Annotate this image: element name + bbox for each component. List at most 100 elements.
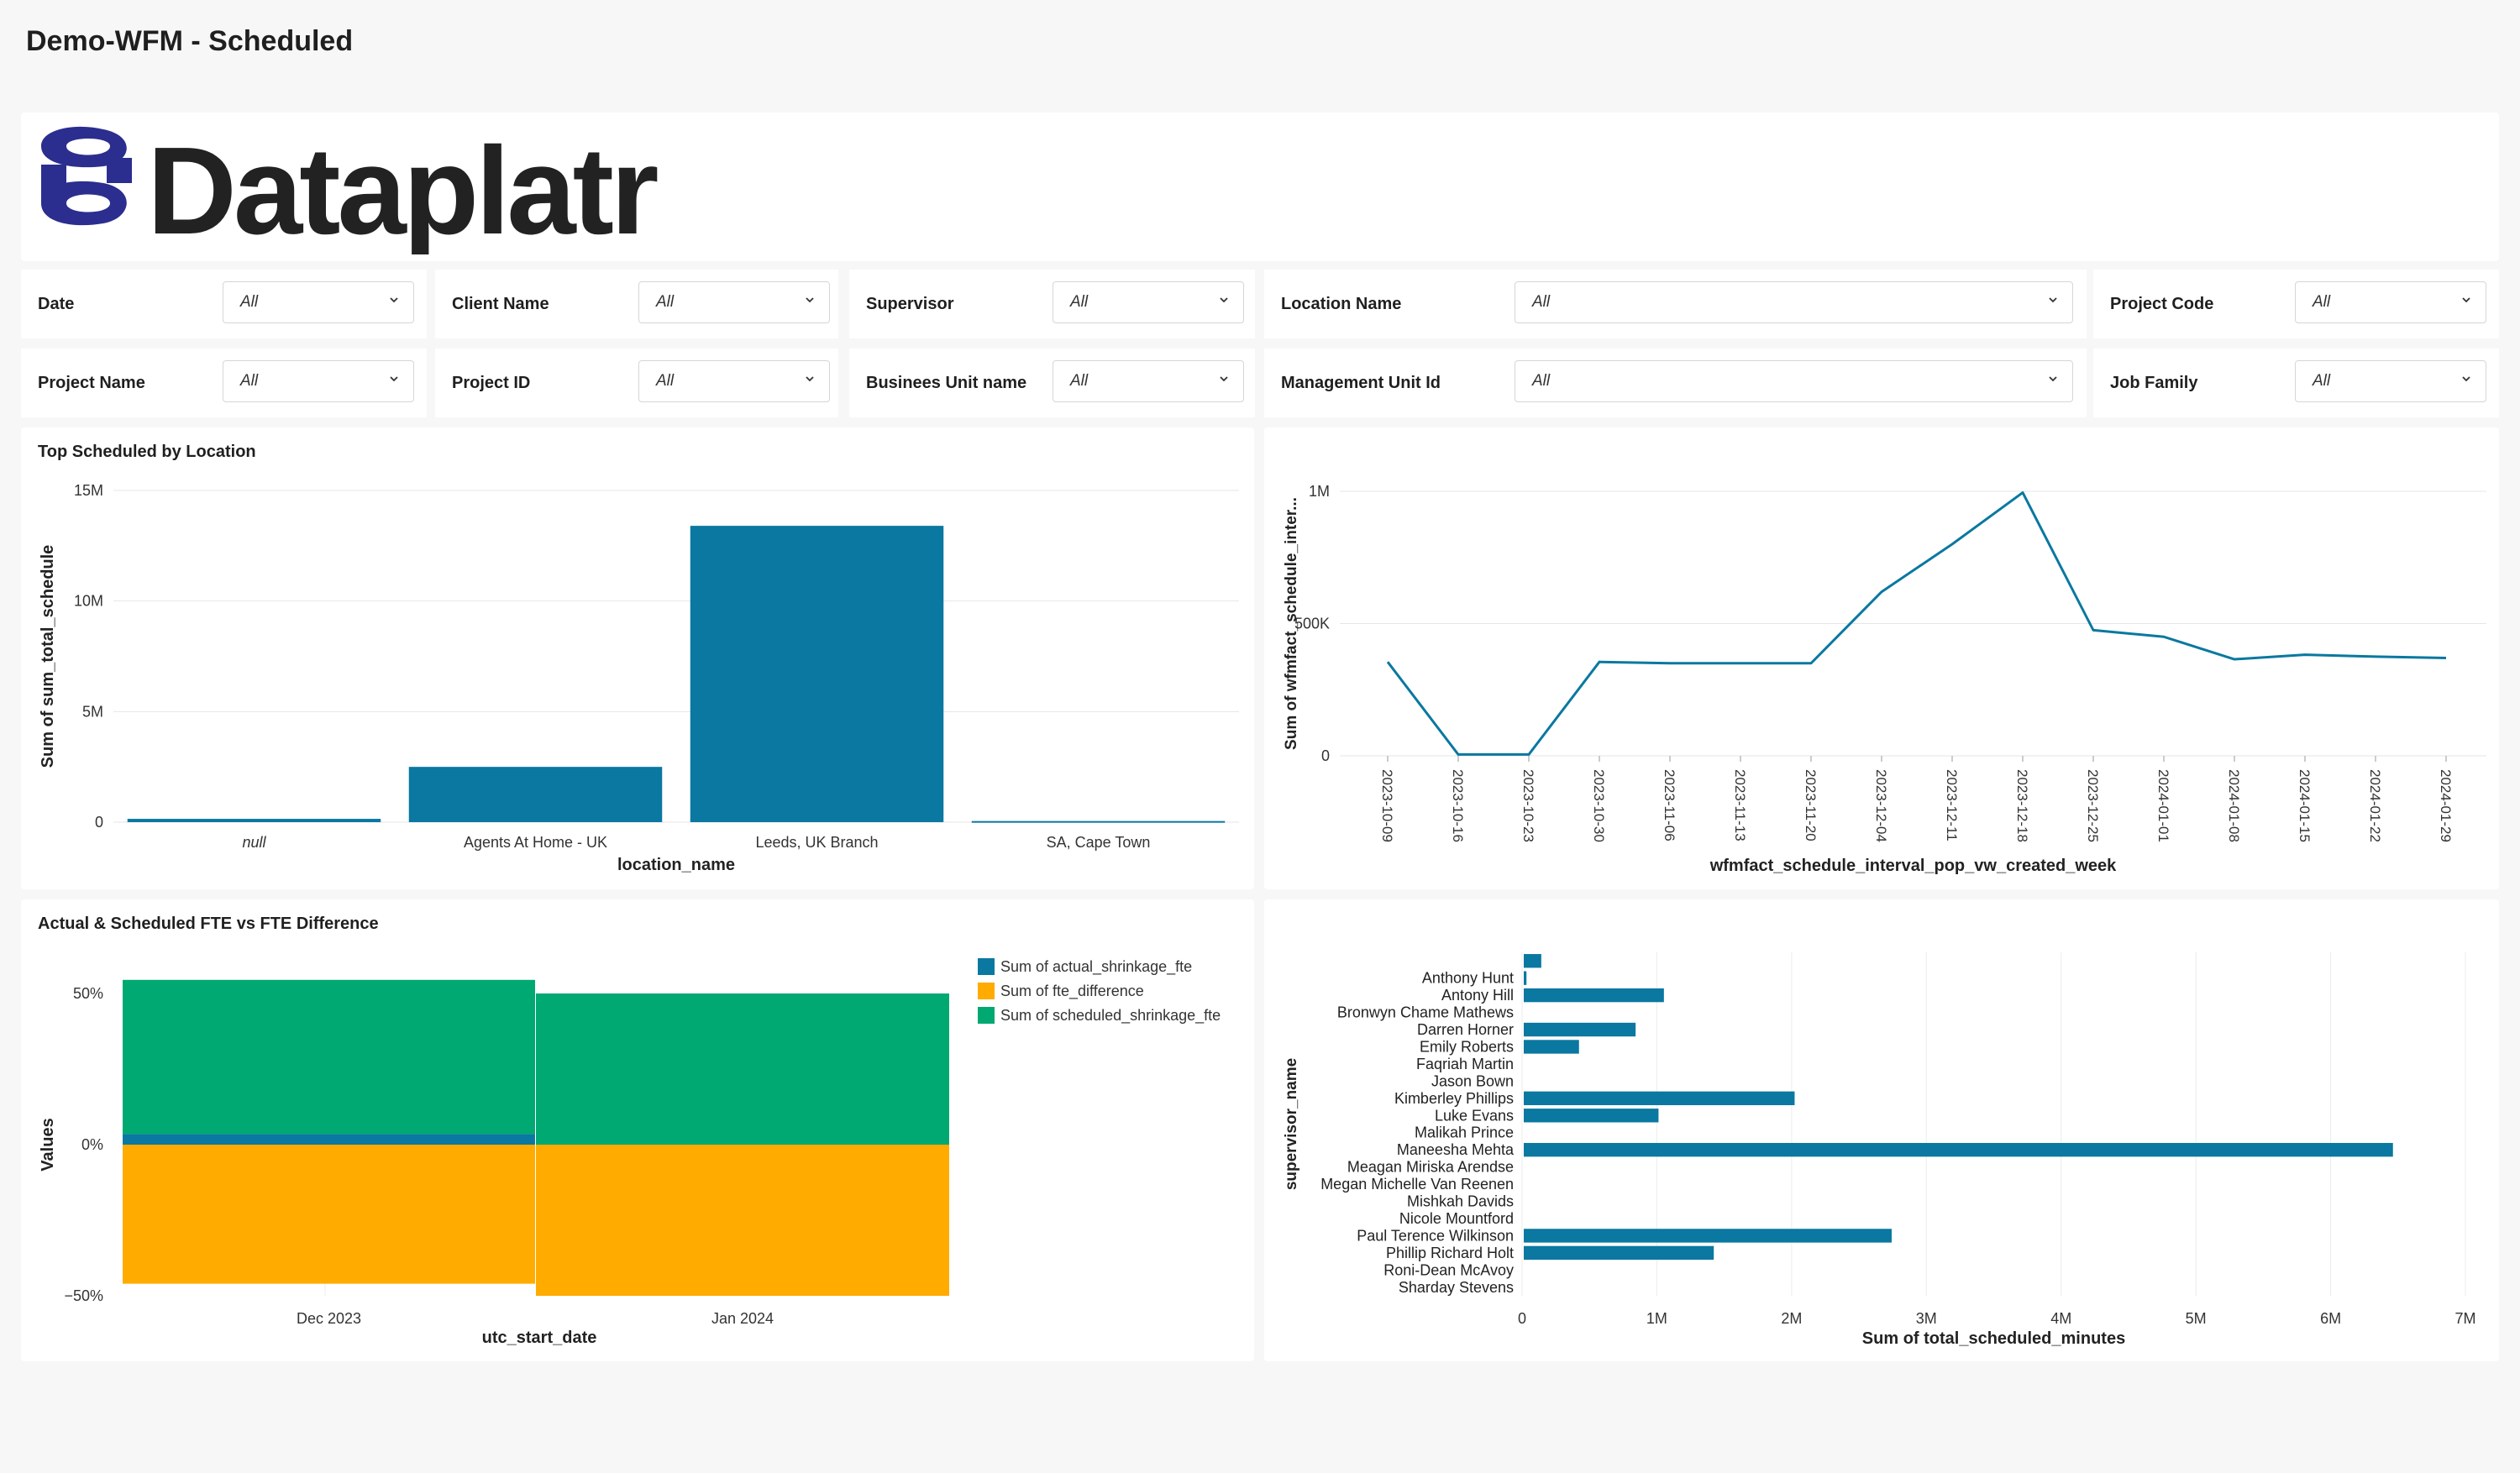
x-tick-label: 2023-11-20	[1803, 769, 1819, 841]
x-tick-label: 2023-10-30	[1591, 769, 1607, 842]
x-tick-label: 2023-12-25	[2085, 769, 2101, 842]
y-tick-label: Antony Hill	[1441, 987, 1514, 1004]
y-axis-label: Sum of sum_total_schedule	[39, 545, 57, 768]
x-tick-label: 2023-11-06	[1662, 769, 1677, 841]
x-tick-label: 2023-12-11	[1944, 769, 1960, 841]
y-tick-label: 0	[95, 814, 103, 831]
stacked-bar-segment	[123, 1134, 535, 1145]
stacked-bar-segment	[123, 979, 535, 1135]
bar	[1524, 1229, 1892, 1243]
chevron-down-icon	[2049, 297, 2057, 303]
y-tick-label: Roni-Dean McAvoy	[1383, 1261, 1514, 1278]
x-tick-label: 0	[1518, 1310, 1526, 1327]
bar	[1524, 988, 1664, 1003]
y-tick-label: Maneesha Mehta	[1397, 1141, 1515, 1158]
chevron-down-icon	[806, 376, 814, 382]
x-tick-label: 2024-01-08	[2226, 769, 2242, 842]
filter-supervisor: Supervisor All	[849, 270, 1255, 338]
filter-client-name: Client Name All	[435, 270, 838, 338]
y-tick-label: −50%	[64, 1287, 103, 1304]
stacked-bar-segment	[123, 1145, 535, 1284]
x-tick-label: 3M	[1916, 1310, 1937, 1327]
bar	[1524, 1109, 1659, 1123]
y-tick-label: 0%	[81, 1136, 103, 1153]
location-name-select[interactable]: All	[1515, 281, 2073, 323]
filter-management-unit-id: Management Unit Id All	[1264, 349, 2087, 417]
select-value: All	[1532, 372, 1551, 390]
filter-project-name: Project Name All	[21, 349, 427, 417]
x-tick-label: 2023-10-23	[1520, 769, 1536, 842]
dataplatr-logo: Dataplatr	[41, 124, 661, 254]
supervisor-select[interactable]: All	[1053, 281, 1244, 323]
panel-weekly-schedule-line: 0 500K 1M 2023-10-09 2023-10-16 2023-10-23 202…	[1264, 427, 2499, 889]
stacked-bar-segment	[536, 1145, 949, 1296]
stacked-bar-segment	[536, 993, 949, 1145]
business-unit-name-select[interactable]: All	[1053, 360, 1244, 402]
filter-location-name: Location Name All	[1264, 270, 2087, 338]
chevron-down-icon	[1220, 376, 1228, 382]
legend-swatch	[978, 958, 995, 975]
x-tick-label: 2023-11-13	[1732, 769, 1748, 841]
client-name-select[interactable]: All	[638, 281, 830, 323]
bar	[1524, 1022, 1636, 1037]
project-id-select[interactable]: All	[638, 360, 830, 402]
select-value: All	[1070, 293, 1089, 311]
logo-wordmark: Dataplatr	[147, 124, 658, 254]
select-value: All	[656, 372, 675, 390]
filter-business-unit-name: Businees Unit name All	[849, 349, 1255, 417]
project-name-select[interactable]: All	[223, 360, 414, 402]
x-axis-label: utc_start_date	[482, 1329, 597, 1347]
x-tick-label: 2023-12-18	[2014, 769, 2030, 842]
filter-label: Businees Unit name	[866, 374, 1027, 392]
x-tick-label: 2023-10-09	[1379, 769, 1395, 842]
x-tick-label: 2023-12-04	[1873, 769, 1889, 842]
x-tick-label: 2023-10-16	[1450, 769, 1466, 842]
legend-swatch	[978, 983, 995, 999]
select-value: All	[240, 293, 259, 311]
bar	[1524, 1091, 1795, 1106]
bar	[1524, 1245, 1714, 1261]
y-tick-label: Luke Evans	[1435, 1107, 1514, 1124]
job-family-select[interactable]: All	[2295, 360, 2486, 402]
y-tick-label: Meagan Miriska Arendse	[1347, 1159, 1514, 1176]
x-tick-label: 2024-01-01	[2155, 769, 2171, 842]
y-tick-label: Nicole Mountford	[1399, 1210, 1514, 1227]
x-tick-label: 4M	[2050, 1310, 2071, 1327]
select-value: All	[240, 372, 259, 390]
legend-label: Sum of actual_shrinkage_fte	[1000, 958, 1192, 976]
x-tick-label: Leeds, UK Branch	[755, 834, 878, 851]
chevron-down-icon	[2462, 376, 2470, 382]
y-tick-label: Sharday Stevens	[1399, 1279, 1514, 1296]
filter-label: Project Name	[38, 374, 145, 392]
x-tick-label: 2M	[1781, 1310, 1802, 1327]
y-tick-label: 5M	[82, 703, 103, 720]
filter-label: Client Name	[452, 295, 549, 313]
x-tick-label: null	[242, 834, 266, 851]
x-tick-label: 2024-01-15	[2297, 769, 2313, 842]
weekly-line-chart: 0500K1M2023-10-09 2023-10-16 2023-10-23 202…	[1283, 483, 2486, 875]
page-title: Demo-WFM - Scheduled	[26, 25, 354, 57]
y-axis-label: supervisor_name	[1283, 1058, 1300, 1190]
panel-fte-difference: Actual & Scheduled FTE vs FTE Difference…	[21, 899, 1254, 1361]
y-tick-label: Paul Terence Wilkinson	[1357, 1227, 1514, 1244]
chevron-down-icon	[806, 297, 814, 303]
bar	[408, 767, 663, 822]
x-tick-label: 6M	[2320, 1310, 2341, 1327]
y-tick-label: Faqriah Martin	[1416, 1056, 1514, 1072]
management-unit-id-select[interactable]: All	[1515, 360, 2073, 402]
y-tick-label: Anthony Hunt	[1422, 970, 1514, 987]
legend-swatch	[978, 1007, 995, 1024]
y-tick-label: Darren Horner	[1417, 1021, 1514, 1038]
x-axis-label: wfmfact_schedule_interval_pop_vw_created…	[1709, 857, 2117, 875]
filter-project-code: Project Code All	[2093, 270, 2499, 338]
filter-date: Date All	[21, 270, 427, 338]
y-tick-label: 0	[1321, 747, 1330, 764]
x-tick-label: 5M	[2186, 1310, 2207, 1327]
legend-label: Sum of fte_difference	[1000, 983, 1144, 1000]
bar	[1524, 954, 1541, 968]
bar	[1524, 1142, 2393, 1157]
project-code-select[interactable]: All	[2295, 281, 2486, 323]
x-tick-label: 2024-01-29	[2438, 769, 2454, 842]
filter-label: Date	[38, 295, 75, 313]
date-select[interactable]: All	[223, 281, 414, 323]
